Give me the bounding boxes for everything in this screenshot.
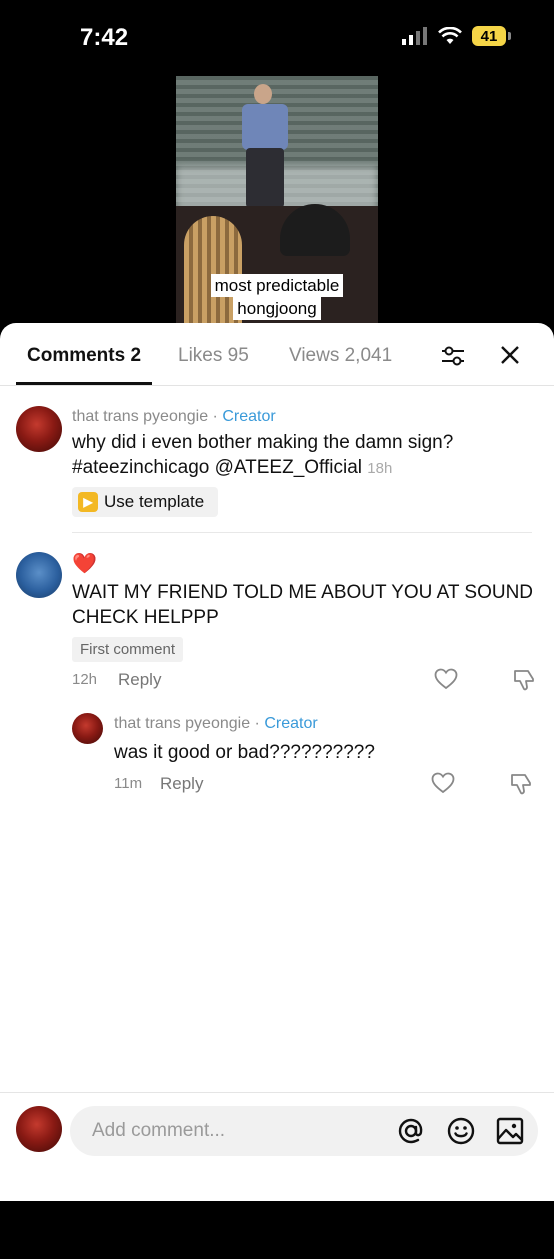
video-preview[interactable]: most predictable hongjoong <box>176 76 378 326</box>
comment-timestamp: 18h <box>367 460 393 477</box>
like-heart-icon[interactable] <box>431 772 455 794</box>
creator-badge: Creator <box>264 715 318 732</box>
comment-timestamp: 12h <box>72 671 98 688</box>
caption-line-1: most predictable <box>210 274 344 297</box>
performer-torso <box>242 104 288 150</box>
like-heart-icon[interactable] <box>434 668 458 690</box>
tab-views[interactable]: Views 2,041 <box>289 345 392 367</box>
video-performer <box>236 84 294 208</box>
battery-icon: 41 <box>472 26 511 46</box>
username-text: that trans pyeongie <box>114 715 251 732</box>
battery-level: 41 <box>480 27 498 45</box>
reply-text: was it good or bad?????????? <box>114 742 375 763</box>
mention-icon[interactable] <box>397 1117 425 1145</box>
caption-line-2: hongjoong <box>233 297 321 320</box>
reply-timestamp: 11m <box>114 775 143 792</box>
add-comment-placeholder: Add comment... <box>92 1120 226 1141</box>
use-template-label: Use template <box>104 492 205 511</box>
creator-badge: Creator <box>222 408 276 425</box>
active-tab-indicator <box>16 382 152 385</box>
status-icons: 41 <box>402 26 511 46</box>
filter-icon[interactable] <box>440 343 466 369</box>
username-separator: · <box>212 408 218 425</box>
username-text: that trans pyeongie <box>72 408 209 425</box>
first-comment-badge: First comment <box>72 637 184 662</box>
wifi-icon <box>438 27 462 44</box>
reply-username[interactable]: that trans pyeongie · Creator <box>114 715 318 733</box>
home-indicator <box>178 1253 376 1259</box>
comment-username[interactable]: that trans pyeongie · Creator <box>72 408 276 426</box>
close-icon[interactable] <box>500 345 520 365</box>
status-bar: 7:42 41 <box>0 0 554 76</box>
avatar[interactable] <box>72 713 103 744</box>
avatar[interactable] <box>16 552 62 598</box>
comment-text-line-1: why did i even bother making the damn si… <box>72 432 454 453</box>
dislike-icon[interactable] <box>509 772 533 796</box>
status-time: 7:42 <box>80 24 129 51</box>
use-template-button[interactable]: ▶ Use template <box>72 487 218 517</box>
video-caption: most predictable hongjoong <box>176 274 378 320</box>
signal-icon <box>402 27 427 45</box>
avatar[interactable] <box>16 406 62 452</box>
dislike-icon[interactable] <box>512 668 536 692</box>
comment-text: WAIT MY FRIEND TOLD ME ABOUT YOU AT SOUN… <box>72 582 534 628</box>
template-icon: ▶ <box>78 492 98 512</box>
add-comment-input[interactable]: Add comment... <box>70 1106 538 1156</box>
divider <box>72 532 532 533</box>
comment-composer: Add comment... <box>0 1092 554 1259</box>
performer-head <box>254 84 272 104</box>
performer-legs <box>246 148 284 208</box>
heart-emoji: ❤️ <box>72 553 97 575</box>
emoji-icon[interactable] <box>446 1116 476 1146</box>
tab-comments[interactable]: Comments 2 <box>27 345 141 367</box>
comment-text: why did i even bother making the damn si… <box>72 430 453 481</box>
reply-button[interactable]: Reply <box>160 774 203 794</box>
image-icon[interactable] <box>496 1117 524 1145</box>
reply-button[interactable]: Reply <box>118 670 161 690</box>
tab-likes[interactable]: Likes 95 <box>178 345 249 367</box>
tab-bar: Comments 2 Likes 95 Views 2,041 <box>0 323 554 386</box>
username-separator: · <box>254 715 260 732</box>
my-avatar[interactable] <box>16 1106 62 1152</box>
comments-sheet: Comments 2 Likes 95 Views 2,041 that tra… <box>0 323 554 1259</box>
comment-text-line-2: #ateezinchicago @ATEEZ_Official <box>72 457 363 478</box>
